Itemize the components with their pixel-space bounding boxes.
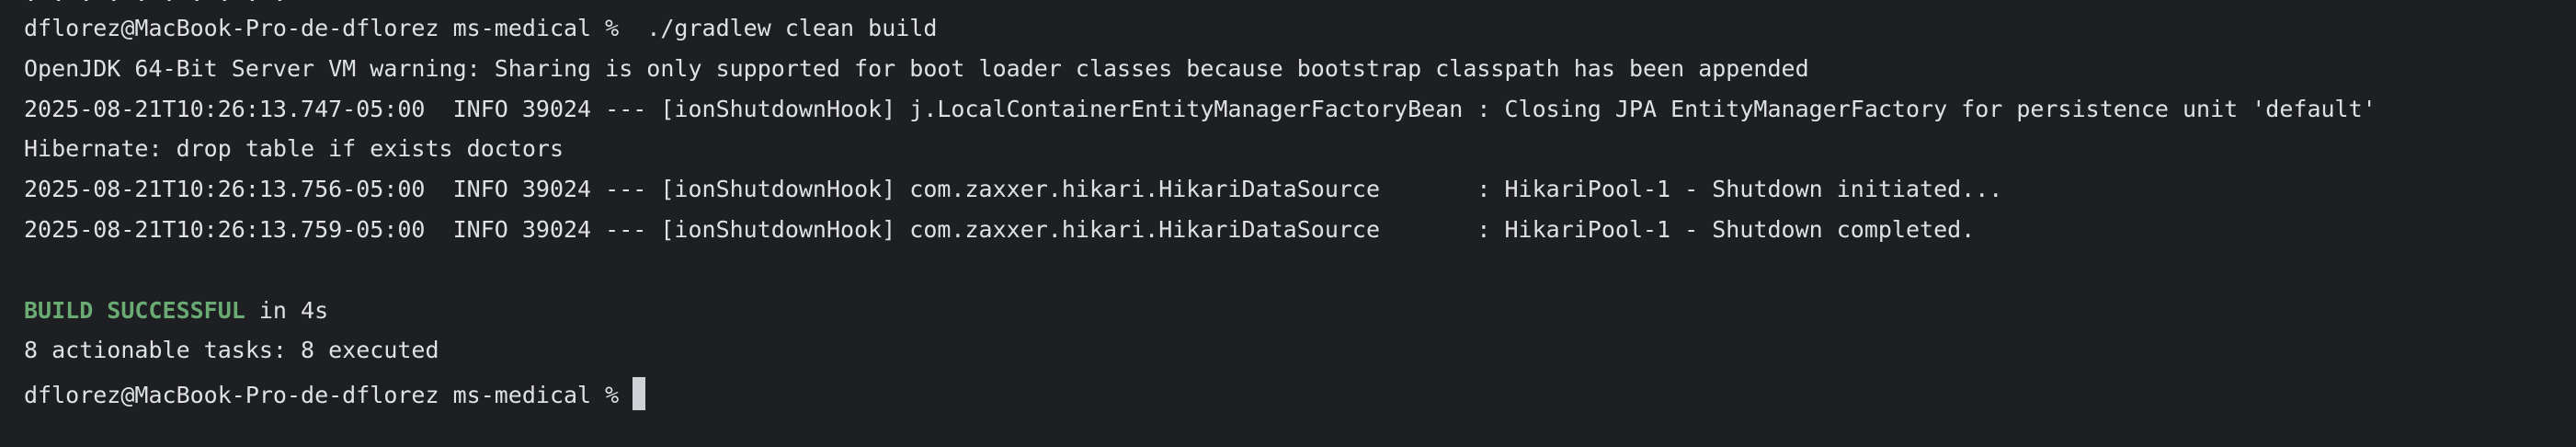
text-cursor bbox=[633, 377, 646, 411]
hibernate-line: Hibernate: drop table if exists doctors bbox=[24, 135, 564, 163]
terminal-lines: dflorez@MacBook-Pro-de-dflorez ms-medica… bbox=[24, 15, 2377, 418]
final-shell-prompt: dflorez@MacBook-Pro-de-dflorez ms-medica… bbox=[24, 382, 633, 409]
command-line: dflorez@MacBook-Pro-de-dflorez ms-medica… bbox=[24, 15, 2377, 55]
log-line-2: 2025-08-21T10:26:13.756-05:00 INFO 39024… bbox=[24, 176, 2003, 203]
tasks-summary-line: 8 actionable tasks: 8 executed bbox=[24, 337, 439, 364]
final-prompt-line[interactable]: dflorez@MacBook-Pro-de-dflorez ms-medica… bbox=[24, 377, 2377, 418]
build-time: in 4s bbox=[245, 296, 329, 324]
terminal-output[interactable]: . . . . . . . . . . dflorez@MacBook-Pro-… bbox=[0, 0, 2576, 447]
clipped-previous-line: . . . . . . . . . . bbox=[24, 0, 287, 7]
build-result-line: BUILD SUCCESSFUL in 4s bbox=[24, 297, 2377, 338]
log-line-1: 2025-08-21T10:26:13.747-05:00 INFO 39024… bbox=[24, 95, 2377, 122]
log-line-3: 2025-08-21T10:26:13.759-05:00 INFO 39024… bbox=[24, 215, 1976, 243]
command-text: ./gradlew clean build bbox=[619, 15, 938, 41]
shell-prompt: dflorez@MacBook-Pro-de-dflorez ms-medica… bbox=[24, 15, 620, 41]
build-status: BUILD SUCCESSFUL bbox=[24, 296, 245, 324]
jdk-warning-line: OpenJDK 64-Bit Server VM warning: Sharin… bbox=[24, 54, 1809, 82]
